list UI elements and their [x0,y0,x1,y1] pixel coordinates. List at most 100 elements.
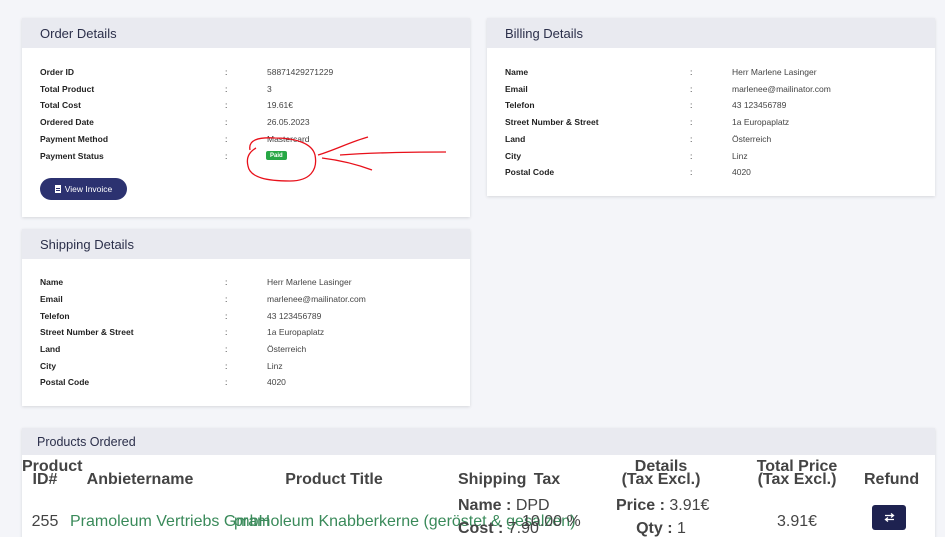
order-details-header: Order Details [22,18,470,48]
field-value: Österreich [267,344,307,354]
col-header-vendor: Anbietername [80,471,200,488]
cell-shipping-cost: Cost : 7.90 [458,520,539,537]
price-label: Price : [616,497,665,514]
field-separator: : [690,117,693,127]
col-header-tax: Tax [525,471,569,488]
field-label: City [40,361,57,371]
field-value: Linz [732,151,748,161]
document-icon [54,185,61,193]
field-value: 1a Europaplatz [267,327,325,337]
col-header-line: (Tax Excl.) [757,471,837,488]
field-label: Street Number & Street [505,117,599,127]
field-separator: : [225,277,228,287]
qty-value: 1 [677,520,686,537]
col-header-product-id: Product ID# [22,459,82,488]
billing-details-header: Billing Details [487,18,935,48]
price-value: 3.91€ [669,497,710,514]
field-label: Telefon [40,311,70,321]
field-label: Order ID [40,67,75,77]
field-value: 4020 [267,377,286,387]
field-value: marlenee@mailinator.com [732,84,831,94]
field-label: Land [505,134,526,144]
field-label: Telefon [505,100,535,110]
products-ordered-title: Products Ordered [37,434,136,449]
shipping-details-header: Shipping Details [22,229,470,259]
field-value: Mastercard [267,134,310,144]
field-separator: : [225,134,228,144]
shipping-details-title: Shipping Details [40,236,134,252]
field-value: 4020 [732,167,751,177]
field-label: Land [40,344,61,354]
col-header-label: Refund [864,471,920,488]
field-label: Ordered Date [40,117,94,127]
field-value: 43 123456789 [732,100,787,110]
cell-total-price: 3.91€ [776,513,818,530]
field-separator: : [690,134,693,144]
order-details-title: Order Details [40,25,117,41]
field-label: Street Number & Street [40,327,134,337]
billing-details-title: Billing Details [505,25,584,41]
field-value: 3 [267,84,272,94]
field-label: Payment Method [40,134,109,144]
col-header-total-price: Total Price (Tax Excl.) [752,459,842,488]
cell-details-qty: Qty : 1 [616,520,706,537]
field-separator: : [225,311,228,321]
col-header-product-title: Product Title [234,471,434,488]
field-separator: : [690,67,693,77]
field-separator: : [225,84,228,94]
field-label: Postal Code [40,377,90,387]
field-value: Herr Marlene Lasinger [267,277,352,287]
cell-details-price: Price : 3.91€ [616,497,710,515]
field-value: Linz [267,361,283,371]
col-header-shipping: Shipping [458,472,526,488]
col-header-label: Product Title [285,471,383,488]
field-separator: : [225,361,228,371]
field-separator: : [225,377,228,387]
field-value: 1a Europaplatz [732,117,790,127]
field-value: marlenee@mailinator.com [267,294,366,304]
field-value: 19.61€ [267,100,293,110]
col-header-refund: Refund [864,472,919,488]
field-label: Total Product [40,84,95,94]
field-label: Payment Status [40,151,104,161]
field-separator: : [225,344,228,354]
field-separator: : [225,67,228,77]
field-separator: : [225,151,228,161]
field-label: Total Cost [40,100,81,110]
field-separator: : [690,167,693,177]
field-separator: : [690,100,693,110]
cell-shipping-name: Name : DPD [458,497,550,515]
shipping-name-label: Name : [458,497,512,514]
billing-details-card: Billing Details [487,18,935,196]
col-header-label: Shipping [458,471,527,488]
cell-product-id: 255 [31,513,59,530]
field-value: Herr Marlene Lasinger [732,67,817,77]
cell-vendor-link[interactable]: Pramoleum Vertriebs GmbH [70,513,270,531]
field-value: 43 123456789 [267,311,322,321]
field-label: Postal Code [505,167,555,177]
field-label: City [505,151,522,161]
view-invoice-label: View Invoice [64,184,113,194]
col-header-line: (Tax Excl.) [621,471,701,488]
col-header-label: Tax [533,471,561,488]
col-header-label: Anbietername [86,471,194,488]
refund-button[interactable] [872,505,906,530]
field-value: 58871429271229 [267,67,334,77]
field-separator: : [690,84,693,94]
field-label: Name [40,277,64,287]
shipping-name-value: DPD [515,497,550,514]
field-separator: : [225,117,228,127]
products-ordered-header: Products Ordered [22,428,935,455]
field-value: Österreich [732,134,772,144]
field-label: Email [505,84,528,94]
cell-product-title-link[interactable]: pramoleum Knabberkerne (geröstet & gesal… [234,513,576,531]
view-invoice-button[interactable]: View Invoice [40,178,127,200]
cell-tax: 10.00 % [522,513,581,530]
shipping-cost-label: Cost : [458,520,504,537]
qty-label: Qty : [636,520,673,537]
field-separator: : [225,327,228,337]
payment-status-badge: Paid [266,151,287,160]
field-value: 26.05.2023 [267,117,310,127]
field-label: Email [40,294,63,304]
col-header-details: Details (Tax Excl.) [616,459,706,488]
